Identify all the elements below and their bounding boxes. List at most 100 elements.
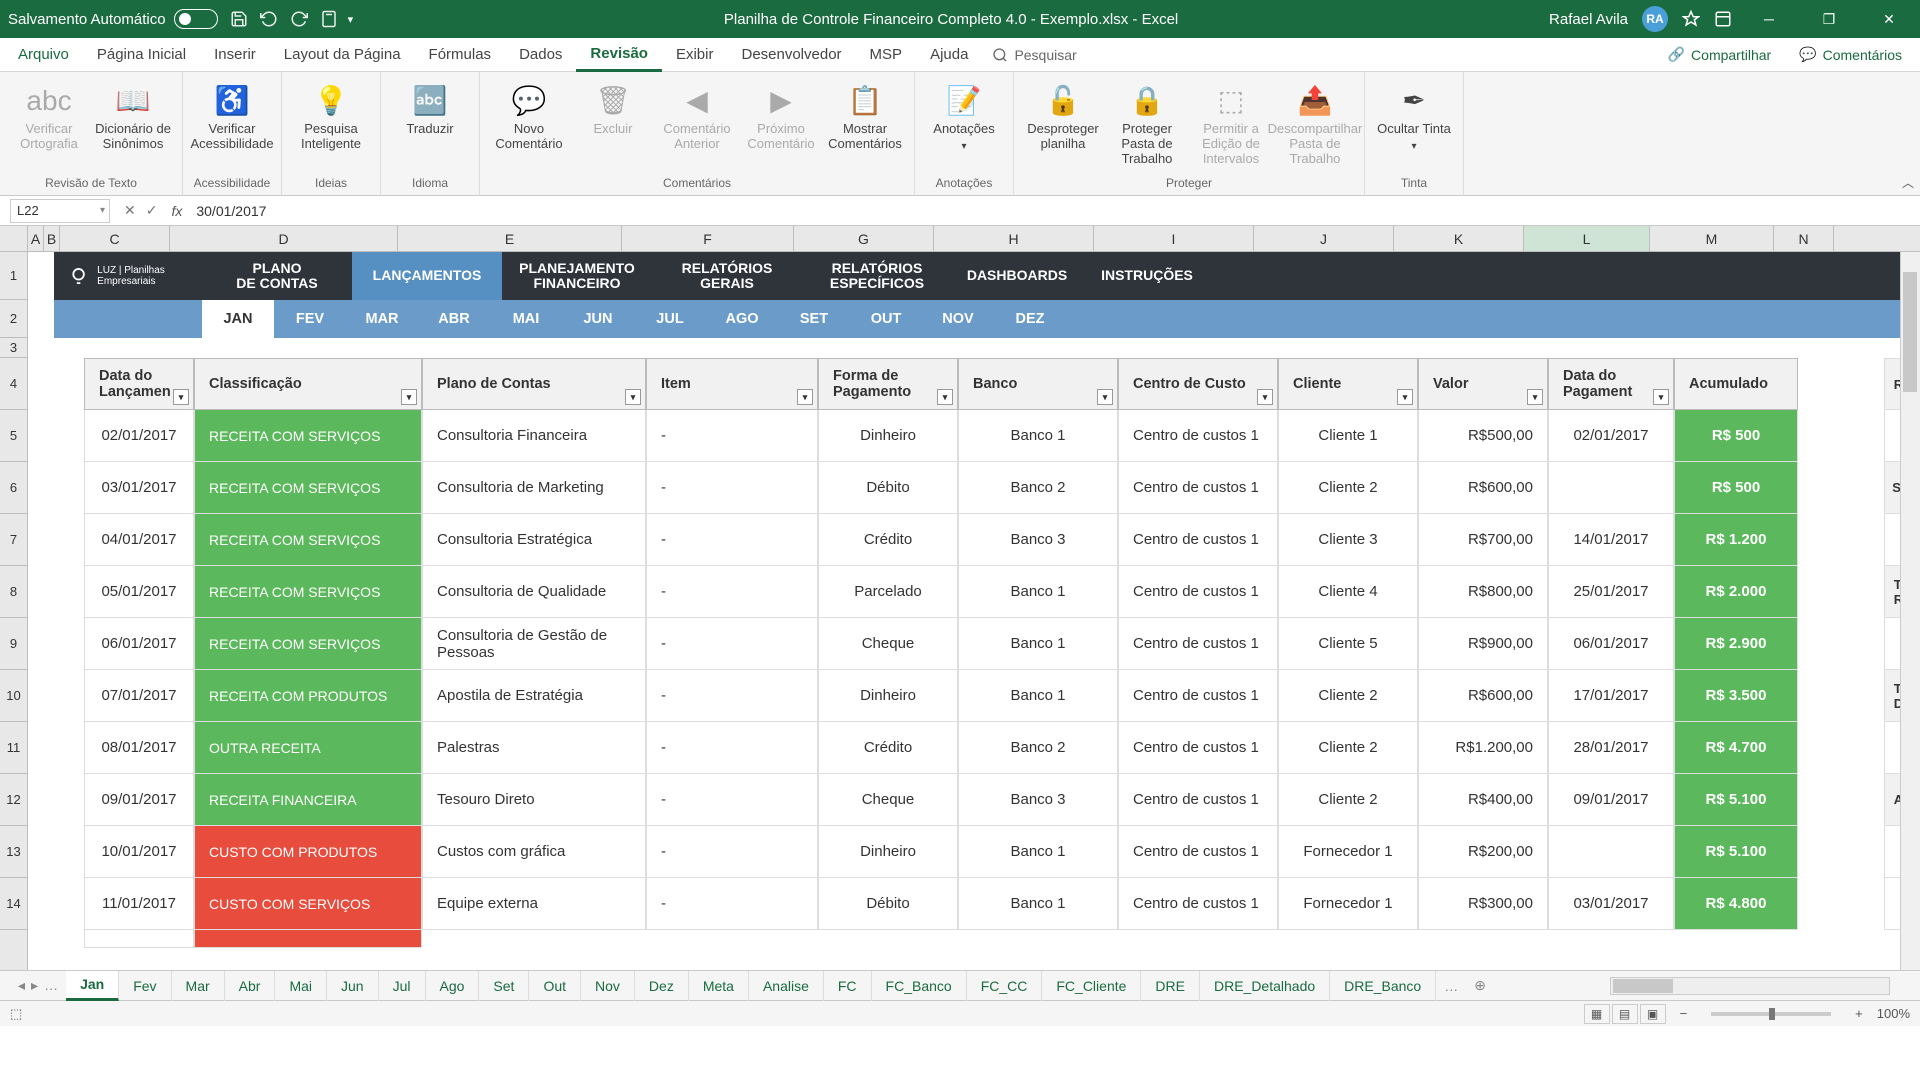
sheet-tab[interactable]: FC_CC xyxy=(967,971,1043,1001)
table-cell[interactable]: R$300,00 xyxy=(1418,878,1548,930)
sheet-tab[interactable]: DRE_Banco xyxy=(1330,971,1436,1001)
month-tab-set[interactable]: SET xyxy=(778,300,850,338)
table-header[interactable]: Data do Pagament▾ xyxy=(1548,358,1674,410)
table-cell[interactable]: RECEITA FINANCEIRA xyxy=(194,774,422,826)
formula-input[interactable]: 30/01/2017 xyxy=(188,203,1920,219)
table-cell[interactable]: CUSTO COM SERVIÇOS xyxy=(194,878,422,930)
sheet-tab[interactable]: FC_Cliente xyxy=(1042,971,1141,1001)
table-cell[interactable]: 11/01/2017 xyxy=(84,878,194,930)
touch-mode-icon[interactable] xyxy=(318,8,340,30)
table-cell[interactable]: - xyxy=(646,410,818,462)
thesaurus-button[interactable]: 📖Dicionário de Sinônimos xyxy=(94,82,172,152)
normal-view-icon[interactable]: ▦ xyxy=(1584,1004,1610,1024)
comments-button[interactable]: 💬Comentários xyxy=(1785,46,1916,63)
table-cell[interactable]: 06/01/2017 xyxy=(1548,618,1674,670)
table-cell[interactable]: Consultoria de Marketing xyxy=(422,462,646,514)
table-cell[interactable]: R$ 3.500 xyxy=(1674,670,1798,722)
column-header-A[interactable]: A xyxy=(28,226,44,251)
table-cell[interactable]: - xyxy=(646,670,818,722)
table-cell[interactable]: Centro de custos 1 xyxy=(1118,462,1278,514)
maximize-button[interactable]: ❐ xyxy=(1806,0,1852,38)
unshare-workbook-button[interactable]: 📤Descompartilhar Pasta de Trabalho xyxy=(1276,82,1354,167)
nav-primary-item[interactable]: DASHBOARDS xyxy=(952,252,1082,300)
table-cell[interactable]: Parcelado xyxy=(818,566,958,618)
table-cell[interactable]: RECEITA COM SERVIÇOS xyxy=(194,410,422,462)
table-cell[interactable]: Dinheiro xyxy=(818,670,958,722)
table-cell[interactable]: R$500,00 xyxy=(1418,410,1548,462)
macro-record-icon[interactable]: ⬚ xyxy=(10,1006,22,1022)
tab-msp[interactable]: MSP xyxy=(856,38,917,72)
zoom-out-icon[interactable]: − xyxy=(1680,1006,1688,1021)
table-cell[interactable]: 04/01/2017 xyxy=(84,514,194,566)
sheet-tab[interactable]: Meta xyxy=(689,971,749,1001)
table-cell[interactable]: Cheque xyxy=(818,618,958,670)
scroll-first-icon[interactable]: ◂ xyxy=(18,977,25,994)
unprotect-sheet-button[interactable]: 🔓Desproteger planilha xyxy=(1024,82,1102,152)
nav-primary-item[interactable]: LANÇAMENTOS xyxy=(352,252,502,300)
table-header[interactable]: Forma de Pagamento▾ xyxy=(818,358,958,410)
table-cell[interactable]: 08/01/2017 xyxy=(84,722,194,774)
table-cell[interactable] xyxy=(1548,826,1674,878)
table-header[interactable]: Banco▾ xyxy=(958,358,1118,410)
enter-formula-icon[interactable]: ✓ xyxy=(146,202,158,219)
table-cell[interactable]: 17/01/2017 xyxy=(1548,670,1674,722)
table-cell[interactable]: Dinheiro xyxy=(818,826,958,878)
table-cell[interactable]: Cliente 2 xyxy=(1278,462,1418,514)
month-tab-abr[interactable]: ABR xyxy=(418,300,490,338)
column-header-F[interactable]: F xyxy=(622,226,794,251)
row-header[interactable]: 14 xyxy=(0,878,27,930)
table-cell[interactable]: 28/01/2017 xyxy=(1548,722,1674,774)
table-cell[interactable]: RECEITA COM SERVIÇOS xyxy=(194,566,422,618)
new-comment-button[interactable]: 💬Novo Comentário xyxy=(490,82,568,152)
table-cell[interactable]: CUSTO COM PRODUTOS xyxy=(194,826,422,878)
table-cell[interactable]: Crédito xyxy=(818,514,958,566)
page-break-view-icon[interactable]: ▣ xyxy=(1640,1004,1666,1024)
month-tab-dez[interactable]: DEZ xyxy=(994,300,1066,338)
table-cell[interactable]: R$400,00 xyxy=(1418,774,1548,826)
column-header-M[interactable]: M xyxy=(1650,226,1774,251)
sheet-tab[interactable]: Mai xyxy=(275,971,327,1001)
table-cell[interactable]: 07/01/2017 xyxy=(84,670,194,722)
table-cell[interactable]: Consultoria Estratégica xyxy=(422,514,646,566)
undo-icon[interactable] xyxy=(258,8,280,30)
sheet-tab[interactable]: DRE_Detalhado xyxy=(1200,971,1330,1001)
table-cell[interactable]: R$ 2.000 xyxy=(1674,566,1798,618)
table-cell[interactable]: Débito xyxy=(818,462,958,514)
table-cell[interactable]: - xyxy=(646,774,818,826)
table-cell[interactable]: 02/01/2017 xyxy=(84,410,194,462)
table-cell[interactable]: RECEITA COM SERVIÇOS xyxy=(194,462,422,514)
month-tab-mar[interactable]: MAR xyxy=(346,300,418,338)
month-tab-ago[interactable]: AGO xyxy=(706,300,778,338)
table-cell[interactable]: Fornecedor 1 xyxy=(1278,826,1418,878)
translate-button[interactable]: 🔤Traduzir xyxy=(391,82,469,137)
delete-comment-button[interactable]: 🗑Excluir xyxy=(574,82,652,137)
table-cell[interactable]: Cliente 4 xyxy=(1278,566,1418,618)
table-cell[interactable]: Cliente 3 xyxy=(1278,514,1418,566)
table-header[interactable]: Valor▾ xyxy=(1418,358,1548,410)
vertical-scrollbar[interactable] xyxy=(1900,252,1920,970)
table-cell[interactable]: Cliente 2 xyxy=(1278,722,1418,774)
table-cell[interactable]: Banco 3 xyxy=(958,514,1118,566)
table-header[interactable]: Item▾ xyxy=(646,358,818,410)
spelling-button[interactable]: abcVerificar Ortografia xyxy=(10,82,88,152)
row-header[interactable]: 4 xyxy=(0,358,27,410)
column-header-D[interactable]: D xyxy=(170,226,398,251)
table-cell[interactable]: - xyxy=(646,462,818,514)
table-cell[interactable]: Equipe externa xyxy=(422,878,646,930)
filter-dropdown-icon[interactable]: ▾ xyxy=(1527,389,1543,405)
table-header[interactable]: Acumulado xyxy=(1674,358,1798,410)
sheet-tab[interactable]: Analise xyxy=(749,971,824,1001)
table-cell[interactable]: 14/01/2017 xyxy=(1548,514,1674,566)
table-cell[interactable]: R$ 500 xyxy=(1674,462,1798,514)
month-tab-out[interactable]: OUT xyxy=(850,300,922,338)
sheet-tab[interactable]: FC xyxy=(824,971,872,1001)
table-cell[interactable]: R$800,00 xyxy=(1418,566,1548,618)
nav-primary-item[interactable]: RELATÓRIOSGERAIS xyxy=(652,252,802,300)
table-cell[interactable]: Tesouro Direto xyxy=(422,774,646,826)
table-cell[interactable]: R$600,00 xyxy=(1418,462,1548,514)
table-cell[interactable] xyxy=(1548,462,1674,514)
table-cell[interactable]: Cliente 2 xyxy=(1278,670,1418,722)
table-cell[interactable]: Palestras xyxy=(422,722,646,774)
table-cell[interactable]: RECEITA COM SERVIÇOS xyxy=(194,514,422,566)
sheet-tab[interactable]: Jan xyxy=(66,971,119,1001)
